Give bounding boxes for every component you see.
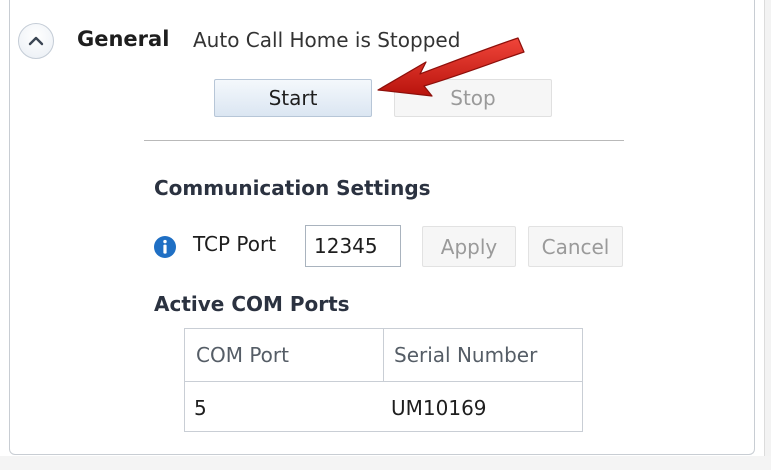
stop-button[interactable]: Stop (394, 79, 552, 117)
table-cell-serial-number[interactable]: UM10169 (391, 396, 487, 420)
apply-button[interactable]: Apply (422, 226, 516, 267)
column-separator[interactable] (383, 329, 384, 381)
tcp-port-input[interactable] (305, 225, 401, 267)
com-ports-table: COM Port Serial Number 5 UM10169 (184, 328, 583, 432)
column-header-serial-number[interactable]: Serial Number (394, 343, 537, 367)
section-title: General (77, 27, 170, 51)
scrollbar-track[interactable] (764, 0, 771, 470)
start-button[interactable]: Start (214, 79, 372, 117)
communication-settings-heading: Communication Settings (154, 176, 431, 200)
active-com-ports-heading: Active COM Ports (154, 292, 350, 316)
status-text: Auto Call Home is Stopped (193, 28, 461, 52)
chevron-up-icon (28, 36, 44, 46)
cancel-button[interactable]: Cancel (528, 226, 623, 267)
section-divider (144, 140, 624, 141)
tcp-port-label: TCP Port (193, 232, 277, 256)
collapse-button[interactable] (18, 23, 54, 59)
info-icon[interactable] (153, 235, 177, 259)
table-cell-com-port[interactable]: 5 (194, 396, 207, 420)
column-header-com-port[interactable]: COM Port (196, 343, 289, 367)
panel-bottom-strip (0, 456, 771, 470)
